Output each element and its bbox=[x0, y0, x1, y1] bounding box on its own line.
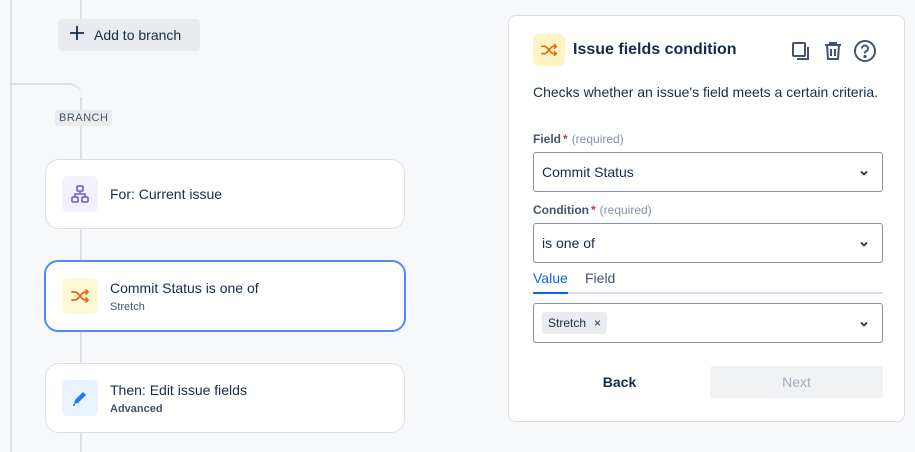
required-text: (required) bbox=[599, 203, 652, 217]
panel-title: Issue fields condition bbox=[573, 41, 737, 58]
next-button[interactable]: Next bbox=[710, 366, 883, 398]
value-chip: Stretch × bbox=[542, 312, 608, 334]
field-label: Field * (required) bbox=[533, 132, 624, 146]
required-mark: * bbox=[590, 203, 596, 217]
field-label-text: Field bbox=[533, 132, 562, 146]
add-to-branch-label: Add to branch bbox=[94, 27, 182, 43]
plus-icon bbox=[68, 24, 86, 46]
copy-icon[interactable] bbox=[788, 38, 814, 64]
panel-tools bbox=[788, 38, 878, 64]
back-button[interactable]: Back bbox=[533, 366, 706, 398]
pencil-icon bbox=[62, 380, 98, 416]
connector-line bbox=[80, 0, 82, 20]
card-subtitle: Stretch bbox=[110, 300, 145, 313]
panel-description: Checks whether an issue's field meets a … bbox=[533, 84, 879, 100]
condition-label-text: Condition bbox=[533, 203, 589, 217]
field-select-value: Commit Status bbox=[542, 164, 634, 180]
chip-label: Stretch bbox=[548, 316, 587, 330]
flow-card-for-current-issue[interactable]: For: Current issue bbox=[45, 159, 405, 229]
card-title: Commit Status is one of bbox=[110, 279, 259, 296]
condition-select-value: is one of bbox=[542, 235, 595, 251]
flow-card-edit-issue-fields[interactable]: Then: Edit issue fields Advanced bbox=[45, 363, 405, 433]
card-subtitle: Advanced bbox=[110, 402, 163, 415]
shuffle-icon bbox=[62, 278, 98, 314]
tab-value[interactable]: Value bbox=[533, 270, 568, 294]
tab-field[interactable]: Field bbox=[585, 270, 615, 292]
add-to-branch-button[interactable]: Add to branch bbox=[58, 19, 200, 51]
required-mark: * bbox=[563, 132, 568, 146]
card-title: For: Current issue bbox=[110, 186, 223, 202]
chevron-down-icon bbox=[858, 166, 870, 182]
branch-tag: BRANCH bbox=[55, 110, 113, 126]
value-multiselect[interactable]: Stretch × bbox=[533, 303, 883, 343]
condition-label: Condition * (required) bbox=[533, 203, 652, 217]
required-text: (required) bbox=[571, 132, 624, 146]
shuffle-icon bbox=[533, 34, 565, 66]
flow-card-condition[interactable]: Commit Status is one of Stretch bbox=[44, 260, 406, 332]
chevron-down-icon bbox=[858, 237, 870, 253]
condition-select[interactable]: is one of bbox=[533, 223, 883, 263]
card-title: Then: Edit issue fields bbox=[110, 381, 247, 398]
field-select[interactable]: Commit Status bbox=[533, 152, 883, 192]
connector-line bbox=[10, 0, 12, 452]
chevron-down-icon bbox=[858, 317, 870, 333]
help-icon[interactable] bbox=[852, 38, 878, 64]
hierarchy-icon bbox=[62, 176, 98, 212]
value-tabs: Value Field bbox=[533, 270, 883, 294]
chip-remove-icon[interactable]: × bbox=[594, 316, 601, 330]
condition-panel: Issue fields condition Checks whether an… bbox=[508, 15, 905, 422]
trash-icon[interactable] bbox=[820, 38, 846, 64]
panel-header: Issue fields condition bbox=[533, 34, 737, 66]
